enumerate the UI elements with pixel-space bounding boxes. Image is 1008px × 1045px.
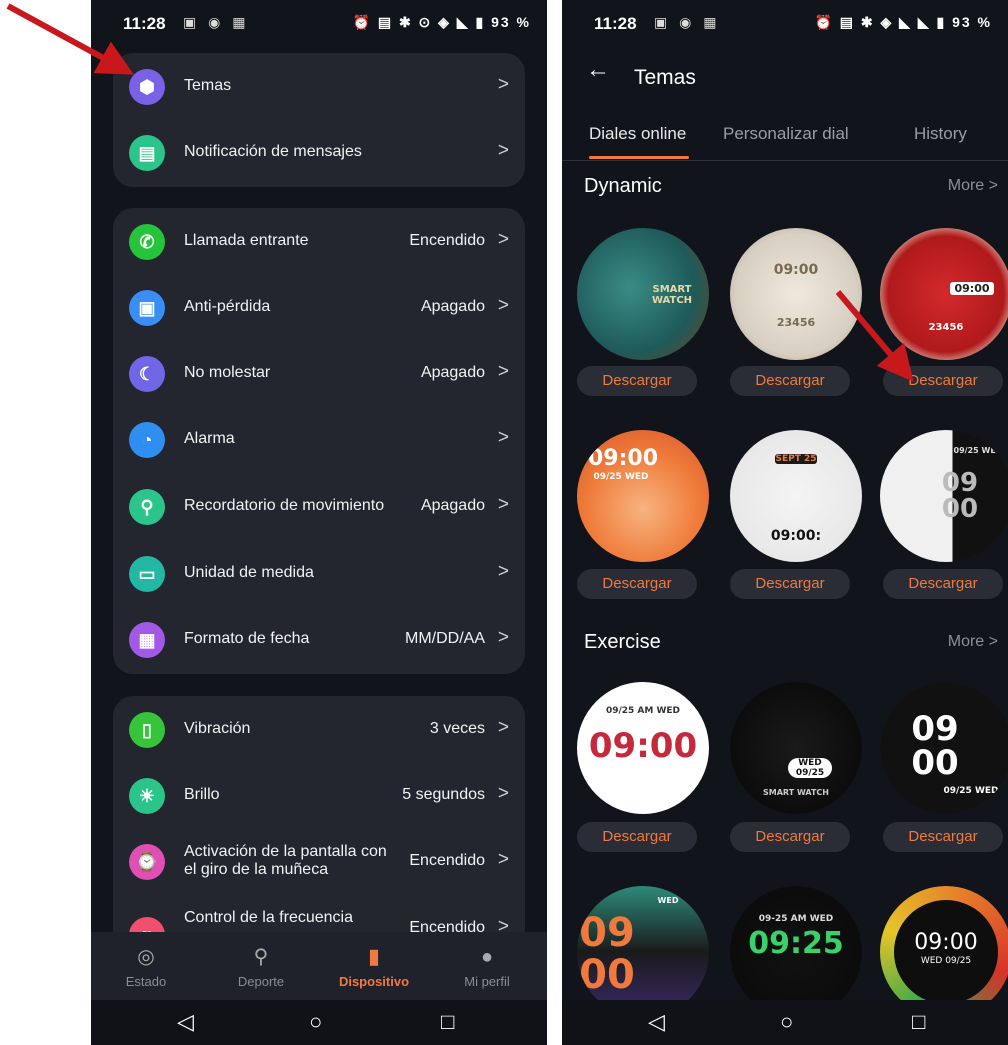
annotation-arrows: [6, 3, 914, 382]
annotation-arrow-descargar: [835, 290, 914, 382]
annotation-arrow-temas: [6, 3, 134, 75]
